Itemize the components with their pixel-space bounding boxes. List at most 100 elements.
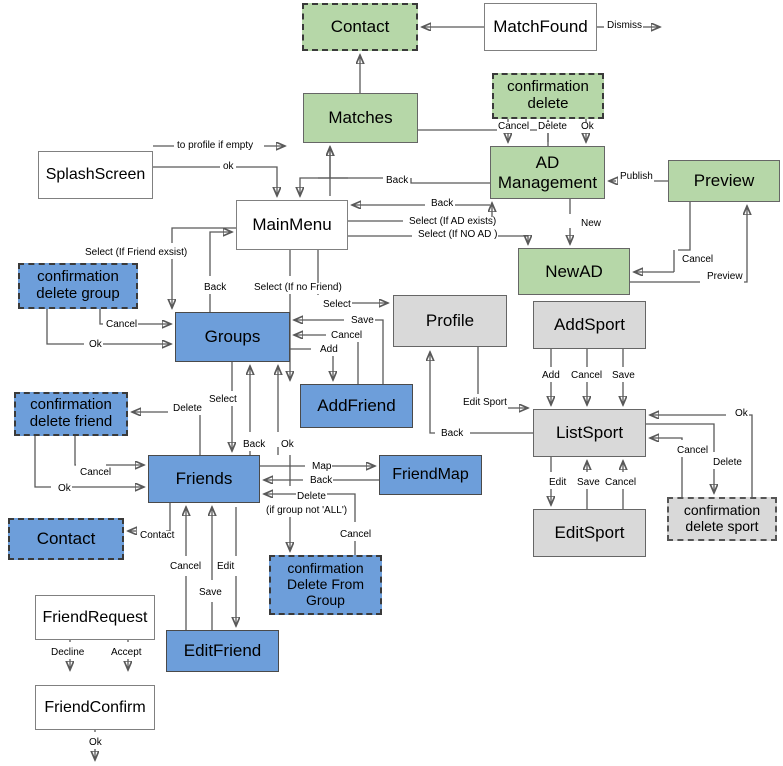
node-label-profile: Profile	[425, 311, 475, 331]
node-label-conf_del_friend: confirmation delete friend	[29, 396, 113, 430]
node-label-friendmap: FriendMap	[392, 466, 469, 484]
node-label-listsport: ListSport	[555, 423, 624, 443]
edge-label-l_cancel_cdfg: Cancel	[339, 529, 373, 541]
node-conf_del_group[interactable]: confirmation delete group	[18, 263, 138, 309]
edge-label-l_back_groups: Back	[203, 282, 228, 294]
node-contact_top[interactable]: Contact	[302, 3, 418, 51]
edge-label-l_cancel_cdf: Cancel	[79, 467, 113, 479]
edge-label-l_select_if_ad: Select (If AD exists)	[408, 216, 498, 228]
edge-label-l_preview: Preview	[706, 271, 744, 283]
node-friendmap[interactable]: FriendMap	[379, 455, 482, 495]
node-editfriend[interactable]: EditFriend	[166, 630, 279, 672]
edge-label-l_back_mm: Back	[430, 198, 455, 210]
edge-label-l_save_ef: Save	[198, 587, 223, 599]
node-profile[interactable]: Profile	[393, 295, 507, 347]
node-listsport[interactable]: ListSport	[533, 409, 646, 457]
node-preview[interactable]: Preview	[668, 160, 780, 202]
edge-label-l_contact_edge: Contact	[139, 530, 176, 542]
edge-label-l_ok_friends: Ok	[280, 439, 295, 451]
edge-label-l_cancel_af: Cancel	[330, 330, 364, 342]
edge-label-l_cancel_sport2: Cancel	[604, 477, 638, 489]
edge-label-l_edit_sport2: Edit	[548, 477, 568, 489]
node-friendrequest[interactable]: FriendRequest	[35, 595, 155, 640]
edge-label-l_delete_ls: Delete	[712, 457, 743, 469]
edge-label-l_select_no_ad: Select (If NO AD )	[417, 229, 499, 241]
edge-label-l_delete_confdel: Delete	[537, 121, 568, 133]
edge-label-l_save_sport2: Save	[576, 477, 601, 489]
node-conf_del_friend[interactable]: confirmation delete friend	[14, 392, 128, 436]
node-label-groups: Groups	[204, 327, 261, 347]
node-friendconfirm[interactable]: FriendConfirm	[35, 685, 155, 730]
node-addfriend[interactable]: AddFriend	[300, 384, 413, 428]
edge-label-l_back_profile: Back	[440, 428, 465, 440]
edge-label-l_delete_group: Delete	[296, 491, 327, 503]
node-splashscreen[interactable]: SplashScreen	[38, 151, 153, 199]
edge-label-l_if_group_all: (if group not 'ALL')	[265, 505, 349, 517]
edge-label-l_select_no_friend: Select (If no Friend)	[253, 282, 343, 294]
edge-label-l_select_friend_exist: Select (If Friend exsist)	[84, 247, 189, 259]
edge-label-l_ok_confdel: Ok	[580, 121, 595, 133]
node-contact_bottom[interactable]: Contact	[8, 518, 124, 560]
node-label-addfriend: AddFriend	[317, 396, 396, 416]
edge-label-l_cancel_ls: Cancel	[676, 445, 710, 457]
node-label-confirmation_delete: confirmation delete	[507, 78, 589, 112]
edge-label-l_save_af: Save	[350, 315, 375, 327]
node-mainmenu[interactable]: MainMenu	[236, 200, 348, 250]
edge-label-l_edit_sport: Edit Sport	[462, 397, 508, 409]
node-conf_del_from_group[interactable]: confirmation Delete From Group	[269, 555, 382, 615]
edge-label-l_ok_confirm: Ok	[88, 737, 103, 749]
node-newad[interactable]: NewAD	[518, 248, 630, 295]
node-matches[interactable]: Matches	[303, 93, 418, 143]
edge-label-l_accept: Accept	[110, 647, 143, 659]
edge-label-l_back_friends: Back	[242, 439, 267, 451]
edge-label-l_cancel_sport: Cancel	[570, 370, 604, 382]
edge-label-l_back_top: Back	[385, 175, 410, 187]
edge-label-l_select_profile: Select	[322, 299, 352, 311]
node-label-matchfound: MatchFound	[493, 17, 588, 37]
node-label-friends: Friends	[175, 469, 233, 489]
node-label-friendrequest: FriendRequest	[42, 608, 148, 626]
node-label-contact_top: Contact	[330, 17, 390, 37]
node-label-conf_del_sport: confirmation delete sport	[683, 502, 761, 534]
edge-label-l_ok_listsport: Ok	[734, 408, 749, 420]
edge-label-l_save_sport: Save	[611, 370, 636, 382]
edge-label-l_ok_friends2: Ok	[57, 483, 72, 495]
flow-diagram-canvas: Contact MatchFound Matches confirmation dele…	[0, 0, 783, 766]
edge-label-l_back_map: Back	[309, 475, 334, 487]
node-label-editsport: EditSport	[554, 523, 625, 543]
edge-label-l_ok_splash: ok	[222, 161, 235, 173]
node-label-ad_management: AD Management	[497, 153, 598, 192]
node-label-matches: Matches	[328, 108, 393, 128]
edge-label-l_cancel_ef: Cancel	[169, 561, 203, 573]
edge-label-l_add_sport: Add	[541, 370, 561, 382]
node-label-conf_del_from_group: confirmation Delete From Group	[286, 560, 365, 608]
edge-label-l_cancel_confdel: Cancel	[497, 121, 531, 133]
node-label-conf_del_group: confirmation delete group	[36, 268, 120, 302]
edge-label-l_delete_cdf: Delete	[172, 403, 203, 415]
edge-label-l_cancel_preview: Cancel	[681, 254, 715, 266]
node-label-splashscreen: SplashScreen	[45, 166, 146, 184]
node-label-editfriend: EditFriend	[183, 641, 262, 661]
node-editsport[interactable]: EditSport	[533, 509, 646, 557]
node-label-contact_bottom: Contact	[36, 529, 96, 549]
node-label-mainmenu: MainMenu	[252, 215, 332, 235]
edge-label-l_decline: Decline	[50, 647, 86, 659]
edge-label-l_new: New	[580, 218, 603, 230]
node-friends[interactable]: Friends	[148, 455, 260, 503]
node-confirmation_delete[interactable]: confirmation delete	[492, 73, 604, 119]
edge-label-l_map: Map	[311, 461, 333, 473]
edge-label-l_to_profile_if_empty: to profile if empty	[176, 140, 255, 152]
edge-label-l_select_friends: Select	[208, 394, 238, 406]
node-label-friendconfirm: FriendConfirm	[44, 698, 146, 716]
node-addsport[interactable]: AddSport	[533, 301, 646, 349]
edge-label-l_ok_cdg: Ok	[88, 339, 103, 351]
node-label-newad: NewAD	[545, 261, 603, 281]
node-ad_management[interactable]: AD Management	[490, 146, 605, 199]
edge-label-l_publish: Publish	[619, 171, 654, 183]
edge-label-l_add_af: Add	[319, 344, 339, 356]
edge-label-l_dismiss: Dismiss	[606, 20, 643, 32]
node-groups[interactable]: Groups	[175, 312, 290, 362]
node-matchfound[interactable]: MatchFound	[484, 3, 597, 51]
node-conf_del_sport[interactable]: confirmation delete sport	[667, 497, 777, 541]
edge-label-l_cancel_cdg: Cancel	[105, 319, 139, 331]
